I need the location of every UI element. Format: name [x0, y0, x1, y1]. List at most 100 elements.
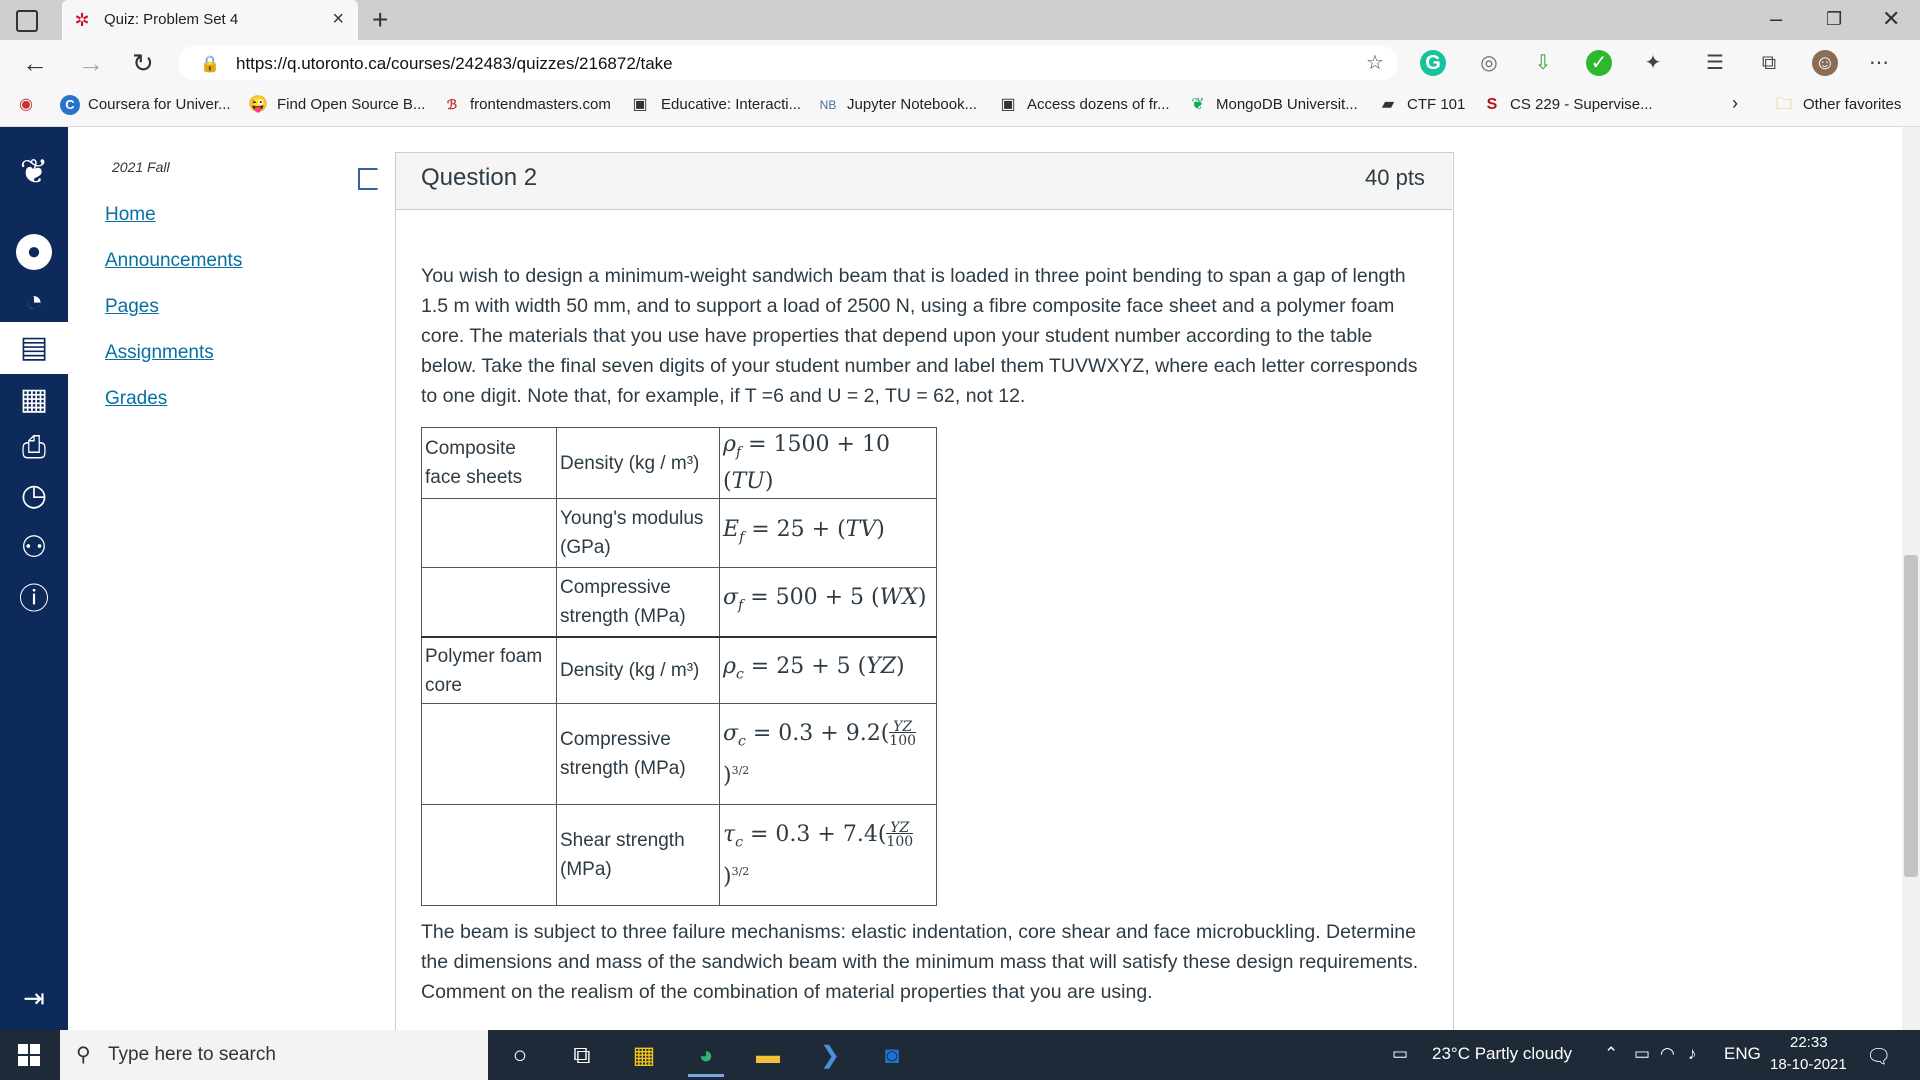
new-tab-button[interactable]: +: [372, 4, 388, 36]
table-cell-property: Young's modulus (GPa): [556, 498, 720, 569]
table-cell-formula: σc = 0.3 + 9.2(YZ 100)3/2: [719, 703, 937, 806]
scrollbar-thumb[interactable]: [1904, 555, 1918, 877]
collapse-nav-icon[interactable]: ⇥: [12, 976, 56, 1020]
bookmark-coursera[interactable]: Coursera for Univer...: [88, 96, 231, 113]
bookmark-frontendmasters[interactable]: frontendmasters.com: [470, 96, 611, 113]
tab-actions-icon[interactable]: [16, 10, 38, 32]
inbox-icon[interactable]: ⎙: [12, 426, 56, 470]
more-menu-icon[interactable]: ⋯: [1866, 50, 1892, 76]
table-cell-property: Density (kg / m³): [556, 426, 720, 500]
favorites-list-icon[interactable]: ☰: [1702, 50, 1728, 76]
favorite-star-icon[interactable]: ☆: [1362, 50, 1388, 76]
windows-start-icon[interactable]: [18, 1044, 40, 1066]
extensions-puzzle-icon[interactable]: ✦: [1640, 50, 1666, 76]
bookmark-access[interactable]: Access dozens of fr...: [1027, 96, 1170, 113]
table-cell-formula: σf = 500 + 5 (WX): [719, 567, 937, 638]
mouse-extension-icon[interactable]: ◎: [1476, 50, 1502, 76]
lock-icon[interactable]: 🔒: [200, 54, 220, 74]
frontendmasters-icon: ℬ: [446, 97, 458, 112]
cortana-icon[interactable]: ○: [502, 1038, 538, 1074]
course-nav-home[interactable]: Home: [105, 204, 156, 226]
calendar-icon[interactable]: ▦: [12, 378, 56, 422]
wifi-icon[interactable]: ◠: [1660, 1044, 1675, 1064]
table-cell-group: [421, 498, 557, 569]
other-favorites[interactable]: Other favorites: [1803, 96, 1901, 113]
restore-icon[interactable]: ❐: [1826, 9, 1842, 30]
minimize-icon[interactable]: –: [1770, 6, 1782, 32]
bookmark-pin-icon[interactable]: ◉: [16, 95, 36, 115]
history-clock-icon[interactable]: ◷: [12, 474, 56, 518]
tray-expand-icon[interactable]: ⌃: [1604, 1044, 1618, 1064]
refresh-icon[interactable]: ↻: [132, 48, 154, 79]
search-icon: ⚲: [76, 1044, 91, 1066]
table-cell-formula: ρc = 25 + 5 (YZ): [719, 636, 937, 705]
question-outro: The beam is subject to three failure mec…: [421, 921, 1419, 1003]
courses-icon[interactable]: ▤: [12, 326, 56, 370]
volume-icon[interactable]: ♪: [1688, 1044, 1697, 1064]
flag-question-icon[interactable]: [358, 168, 382, 190]
question-title: Question 2: [421, 164, 538, 191]
question-intro: You wish to design a minimum-weight sand…: [421, 265, 1418, 407]
task-view-icon[interactable]: ⧉: [564, 1038, 600, 1074]
cs229-icon: S: [1486, 96, 1498, 113]
bookmark-educative[interactable]: Educative: Interacti...: [661, 96, 801, 113]
store-icon[interactable]: ▦: [626, 1038, 662, 1074]
course-nav-pages[interactable]: Pages: [105, 296, 159, 318]
table-cell-property: Compressive strength (MPa): [556, 703, 720, 806]
table-cell-property: Shear strength (MPa): [556, 804, 720, 907]
bookmark-jupyter[interactable]: Jupyter Notebook...: [847, 96, 977, 113]
account-icon[interactable]: ●: [12, 228, 56, 272]
table-row: Compressive strength (MPa) σc = 0.3 + 9.…: [421, 703, 937, 806]
table-cell-property: Compressive strength (MPa): [556, 567, 720, 638]
folder-icon: 🗀: [1775, 96, 1792, 113]
url-text[interactable]: https://q.utoronto.ca/courses/242483/qui…: [236, 54, 673, 74]
close-tab-icon[interactable]: ×: [332, 8, 344, 31]
battery-icon[interactable]: ▭: [1634, 1044, 1650, 1064]
notifications-icon[interactable]: 🗨: [1866, 1044, 1891, 1069]
browser-tab[interactable]: ✲ Quiz: Problem Set 4 ×: [62, 0, 358, 40]
mongodb-leaf-icon: ❦: [1191, 96, 1205, 113]
back-icon[interactable]: ←: [22, 48, 48, 79]
canvas-favicon-icon: ✲: [74, 10, 90, 30]
help-icon[interactable]: ⓘ: [12, 578, 56, 622]
dashboard-icon[interactable]: ◔: [12, 280, 56, 324]
question-header: [396, 153, 1452, 210]
course-nav-grades[interactable]: Grades: [105, 388, 167, 410]
table-row: Compressive strength (MPa) σf = 500 + 5 …: [421, 567, 937, 638]
table-row: Composite face sheets Density (kg / m³) …: [421, 426, 937, 500]
collections-icon[interactable]: ⧉: [1756, 50, 1782, 76]
more-bookmarks-chevron-icon[interactable]: ›: [1732, 93, 1738, 114]
download-extension-icon[interactable]: ⇩: [1530, 50, 1556, 76]
table-row: Shear strength (MPa) τc = 0.3 + 7.4(YZ 10…: [421, 804, 937, 907]
close-window-icon[interactable]: ✕: [1882, 6, 1900, 32]
table-cell-formula: ρf = 1500 + 10 (TU): [719, 426, 937, 500]
clock-time[interactable]: 22:33: [1790, 1034, 1828, 1051]
tab-title: Quiz: Problem Set 4: [104, 11, 239, 28]
profile-avatar[interactable]: ☺: [1812, 50, 1838, 76]
table-cell-formula: Ef = 25 + (TV): [719, 498, 937, 569]
table-cell-formula: τc = 0.3 + 7.4(YZ 100)3/2: [719, 804, 937, 907]
university-logo-icon[interactable]: ❦: [12, 150, 56, 194]
table-row: Polymer foam core Density (kg / m³) ρc =…: [421, 636, 937, 705]
powershell-icon[interactable]: ❯: [812, 1038, 848, 1074]
clock-date[interactable]: 18-10-2021: [1770, 1056, 1847, 1073]
course-nav-announcements[interactable]: Announcements: [105, 250, 242, 272]
commons-icon[interactable]: ⚇: [12, 526, 56, 570]
course-nav-assignments[interactable]: Assignments: [105, 342, 214, 364]
bookmark-ctf[interactable]: CTF 101: [1407, 96, 1465, 113]
weather-text[interactable]: 23°C Partly cloudy: [1432, 1044, 1572, 1064]
file-explorer-icon[interactable]: ▬: [750, 1038, 786, 1074]
grammarly-icon[interactable]: G: [1420, 50, 1446, 76]
forward-icon[interactable]: →: [78, 48, 104, 79]
language-indicator[interactable]: ENG: [1724, 1044, 1761, 1064]
bookmark-mongodb[interactable]: MongoDB Universit...: [1216, 96, 1358, 113]
ctf-icon: ▰: [1381, 96, 1395, 113]
outlook-icon[interactable]: ◙: [874, 1038, 910, 1074]
bookmark-cs229[interactable]: CS 229 - Supervise...: [1510, 96, 1653, 113]
question-points: 40 pts: [1365, 165, 1425, 190]
edge-icon[interactable]: ◕: [688, 1038, 724, 1077]
weather-icon[interactable]: ▭: [1392, 1044, 1408, 1064]
check-extension-icon[interactable]: ✓: [1586, 50, 1612, 76]
taskbar-search-placeholder[interactable]: Type here to search: [108, 1044, 276, 1066]
bookmark-open-source[interactable]: Find Open Source B...: [277, 96, 425, 113]
